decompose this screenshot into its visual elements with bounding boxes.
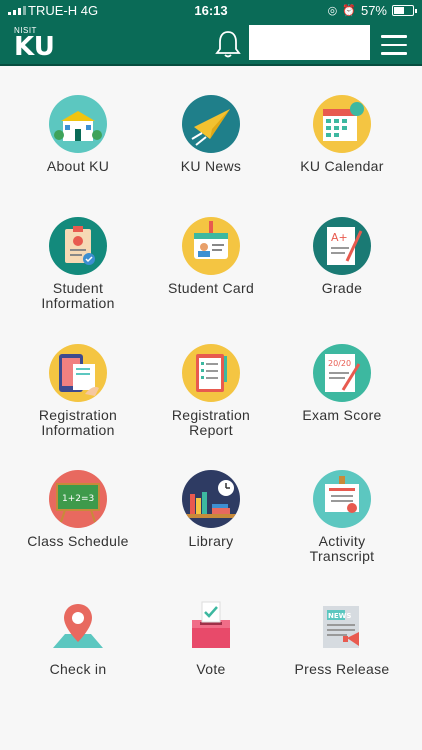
menu-item-check-in[interactable]: Check in	[8, 598, 148, 677]
menu-item-label: Press Release	[294, 661, 390, 677]
menu-item-grade[interactable]: A+ Grade	[272, 217, 412, 296]
app-header: NISIT KU	[0, 22, 422, 66]
clipboard-icon	[49, 217, 107, 275]
paper-plane-icon	[182, 95, 240, 153]
menu-item-label: KU News	[180, 158, 242, 174]
location-icon: ◎	[327, 5, 338, 17]
newspaper-icon: NEWS	[313, 598, 371, 656]
calendar-icon	[313, 95, 371, 153]
id-card-icon	[182, 217, 240, 275]
registration-phone-icon	[49, 344, 107, 402]
menu-item-label: Library	[188, 533, 234, 549]
svg-text:1+2=3: 1+2=3	[62, 494, 94, 504]
menu-item-registration-information[interactable]: Registration Information	[8, 344, 148, 438]
svg-text:NEWS: NEWS	[328, 612, 351, 620]
certificate-icon	[313, 470, 371, 528]
menu-item-label: Student Information	[41, 280, 115, 311]
menu-item-activity-transcript[interactable]: Activity Transcript	[272, 470, 412, 564]
battery-icon	[392, 5, 417, 16]
menu-item-class-schedule[interactable]: 1+2=3 Class Schedule	[8, 470, 148, 549]
chalkboard-icon: 1+2=3	[49, 470, 107, 528]
svg-text:20/20: 20/20	[328, 359, 351, 368]
menu-item-label: Registration Information	[38, 407, 118, 438]
menu-item-label: KU Calendar	[300, 158, 384, 174]
menu-item-label: Registration Report	[171, 407, 251, 438]
exam-score-icon: 20/20	[313, 344, 371, 402]
bookshelf-icon	[182, 470, 240, 528]
ballot-box-icon	[182, 598, 240, 656]
search-input[interactable]	[249, 25, 370, 60]
menu-item-exam-score[interactable]: 20/20 Exam Score	[272, 344, 412, 423]
menu-item-ku-news[interactable]: KU News	[141, 95, 281, 174]
menu-item-label: Grade	[321, 280, 363, 296]
map-pin-icon	[49, 598, 107, 656]
menu-item-vote[interactable]: Vote	[141, 598, 281, 677]
menu-item-label: Activity Transcript	[309, 533, 375, 564]
menu-item-label: Exam Score	[302, 407, 382, 423]
menu-item-student-card[interactable]: Student Card	[141, 217, 281, 296]
menu-item-student-information[interactable]: Student Information	[8, 217, 148, 311]
status-bar: TRUE-H 4G 16:13 ◎ ⏰ 57%	[0, 0, 422, 22]
alarm-icon: ⏰	[342, 5, 356, 17]
app-logo: NISIT KU	[14, 26, 55, 62]
menu-item-registration-report[interactable]: Registration Report	[141, 344, 281, 438]
menu-item-label: About KU	[46, 158, 110, 174]
menu-item-label: Vote	[196, 661, 226, 677]
checklist-icon	[182, 344, 240, 402]
svg-text:A+: A+	[331, 231, 348, 244]
menu-item-press-release[interactable]: NEWS Press Release	[272, 598, 412, 677]
bell-icon[interactable]	[214, 29, 242, 64]
menu-item-library[interactable]: Library	[141, 470, 281, 549]
menu-item-ku-calendar[interactable]: KU Calendar	[272, 95, 412, 174]
menu-item-label: Student Card	[167, 280, 255, 296]
grade-paper-icon: A+	[313, 217, 371, 275]
hamburger-menu-icon[interactable]	[381, 35, 407, 55]
building-icon	[49, 95, 107, 153]
menu-item-label: Class Schedule	[27, 533, 129, 549]
menu-item-label: Check in	[49, 661, 107, 677]
menu-item-about-ku[interactable]: About KU	[8, 95, 148, 174]
battery-percent: 57%	[360, 3, 387, 18]
